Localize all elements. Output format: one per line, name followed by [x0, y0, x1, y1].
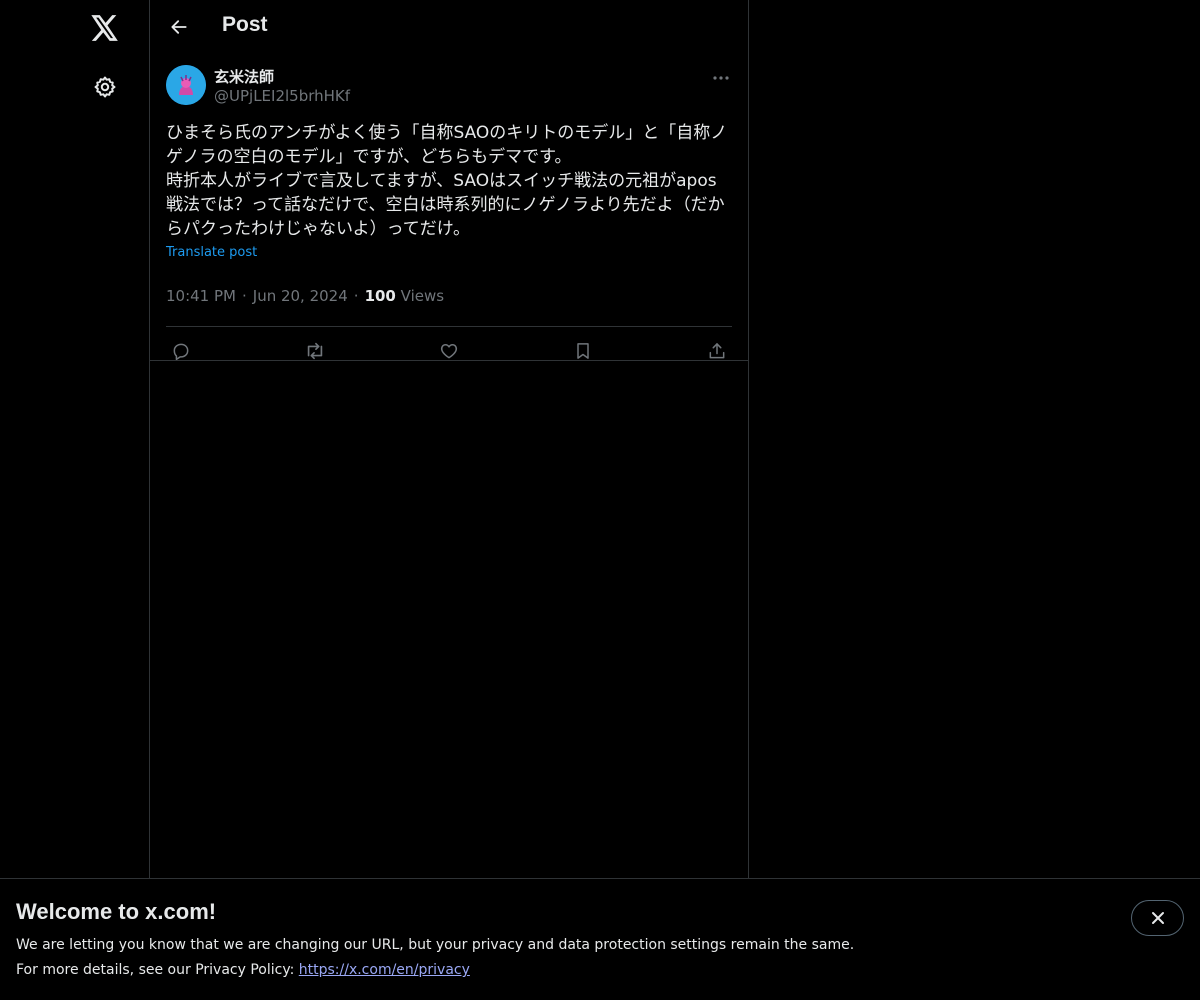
bookmark-icon[interactable]	[572, 340, 594, 362]
repost-icon[interactable]	[304, 340, 326, 362]
post-text: ひまそら氏のアンチがよく使う「自称SAOのキリトのモデル」と「自称ノゲノラの空白…	[166, 123, 728, 239]
meta-separator: ·	[353, 287, 359, 305]
banner-privacy-line: For more details, see our Privacy Policy…	[16, 962, 470, 978]
post-author: 玄米法師 @UPjLEI2l5brhHKf	[166, 65, 732, 117]
more-horizontal-icon[interactable]	[710, 67, 732, 89]
app-root: Post 玄米法師 @UPjLEI2l5brhHKf ひまそら氏のアンチがよく使…	[0, 0, 1200, 1000]
user-handle[interactable]: @UPjLEI2l5brhHKf	[214, 87, 350, 105]
translate-post-link[interactable]: Translate post	[166, 245, 257, 260]
post-actions	[166, 326, 732, 374]
avatar[interactable]	[166, 65, 206, 105]
url-change-banner: Welcome to x.com! We are letting you kno…	[0, 878, 1200, 1000]
reply-icon[interactable]	[170, 340, 192, 362]
divider	[150, 360, 748, 361]
banner-message: We are letting you know that we are chan…	[16, 937, 855, 953]
post-meta: 10:41 PM · Jun 20, 2024 · 100 Views	[166, 276, 732, 316]
close-icon[interactable]	[1131, 900, 1184, 936]
post: 玄米法師 @UPjLEI2l5brhHKf ひまそら氏のアンチがよく使う「自称S…	[150, 65, 748, 374]
views-label: Views	[400, 287, 445, 305]
views-count: 100	[364, 287, 396, 305]
meta-separator: ·	[241, 287, 247, 305]
x-logo-icon[interactable]	[85, 8, 125, 48]
privacy-policy-link[interactable]: https://x.com/en/privacy	[299, 962, 470, 978]
page-header: Post	[150, 0, 748, 55]
banner-title: Welcome to x.com!	[16, 899, 217, 924]
display-name[interactable]: 玄米法師	[214, 66, 274, 87]
post-time[interactable]: 10:41 PM	[166, 287, 236, 305]
share-icon[interactable]	[706, 340, 728, 362]
left-nav	[0, 0, 150, 878]
main-column: Post 玄米法師 @UPjLEI2l5brhHKf ひまそら氏のアンチがよく使…	[150, 0, 749, 878]
page-title: Post	[222, 13, 268, 36]
heart-icon[interactable]	[438, 340, 460, 362]
arrow-left-icon[interactable]	[162, 10, 196, 44]
gear-icon[interactable]	[85, 67, 125, 107]
post-date[interactable]: Jun 20, 2024	[253, 287, 348, 305]
banner-privacy-prefix: For more details, see our Privacy Policy…	[16, 962, 299, 978]
view-stat: 100 Views	[365, 287, 445, 305]
